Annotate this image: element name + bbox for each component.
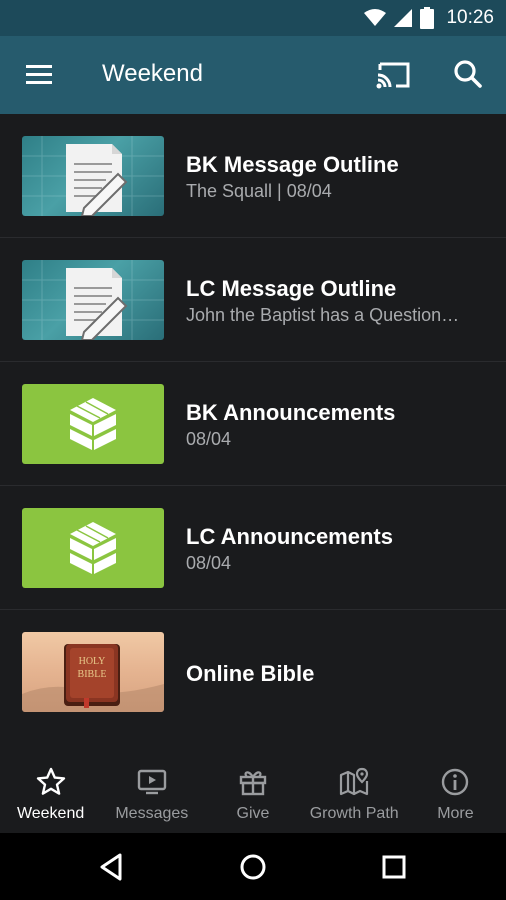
- item-title: Online Bible: [186, 661, 315, 686]
- hamburger-menu-icon[interactable]: [22, 59, 58, 91]
- star-icon: [36, 767, 65, 795]
- status-bar: 10:26: [0, 0, 506, 36]
- clock-time: 10:26: [446, 7, 494, 28]
- item-title: LC Message Outline: [186, 276, 397, 301]
- item-title: BK Announcements: [186, 400, 396, 425]
- nav-label: Give: [236, 805, 270, 822]
- recents-icon[interactable]: [378, 851, 410, 883]
- list-item[interactable]: HOLY BIBLE Online Bible: [0, 610, 506, 734]
- list-item[interactable]: BK Announcements 08/04: [0, 362, 506, 486]
- nav-label: Growth Path: [309, 805, 399, 822]
- item-title: BK Message Outline: [186, 152, 399, 177]
- item-thumbnail: [22, 384, 164, 464]
- battery-icon: [420, 7, 435, 29]
- nav-tab-more[interactable]: More: [405, 755, 506, 833]
- item-subtitle: 08/04: [186, 429, 232, 449]
- map-pin-icon: [340, 767, 369, 796]
- document-pencil-icon: [22, 136, 164, 216]
- item-thumbnail: HOLY BIBLE: [22, 632, 164, 712]
- video-icon: [137, 769, 166, 795]
- nav-label: More: [437, 805, 474, 822]
- list-item[interactable]: LC Announcements 08/04: [0, 486, 506, 610]
- item-thumbnail: [22, 260, 164, 340]
- info-icon: [442, 768, 469, 796]
- home-icon[interactable]: [237, 851, 269, 883]
- back-icon[interactable]: [96, 851, 128, 883]
- nav-label: Weekend: [16, 805, 85, 822]
- app-toolbar: Weekend: [0, 36, 506, 114]
- cell-signal-icon: [394, 9, 413, 27]
- nav-tab-growth-path[interactable]: Growth Path: [304, 755, 405, 833]
- list-item[interactable]: BK Message Outline The Squall | 08/04: [0, 114, 506, 238]
- document-pencil-icon: [22, 260, 164, 340]
- item-subtitle: 08/04: [186, 553, 232, 573]
- wifi-icon: [364, 9, 387, 27]
- cast-icon[interactable]: [374, 58, 414, 92]
- list-item[interactable]: LC Message Outline John the Baptist has …: [0, 238, 506, 362]
- holy-bible-icon: HOLY BIBLE: [22, 644, 164, 712]
- nav-label: Messages: [115, 805, 189, 822]
- item-thumbnail: [22, 508, 164, 588]
- church-logo-icon: [70, 398, 116, 450]
- nav-tab-give[interactable]: Give: [202, 755, 303, 833]
- item-subtitle: John the Baptist has a Question…: [186, 305, 460, 325]
- page-title: Weekend: [102, 60, 203, 87]
- content-list: BK Message Outline The Squall | 08/04 LC: [0, 114, 506, 734]
- nav-tab-weekend[interactable]: Weekend: [0, 755, 101, 833]
- item-subtitle: The Squall | 08/04: [186, 181, 332, 201]
- system-nav-bar: [0, 833, 506, 900]
- search-icon[interactable]: [450, 56, 486, 92]
- church-logo-icon: [70, 522, 116, 574]
- item-title: LC Announcements: [186, 524, 393, 549]
- item-thumbnail: [22, 136, 164, 216]
- gift-icon: [239, 771, 267, 796]
- nav-tab-messages[interactable]: Messages: [101, 755, 202, 833]
- svg-text:BIBLE: BIBLE: [78, 669, 107, 680]
- bottom-navigation: Weekend Messages Give Growth Path More: [0, 755, 506, 833]
- svg-text:HOLY: HOLY: [79, 656, 106, 667]
